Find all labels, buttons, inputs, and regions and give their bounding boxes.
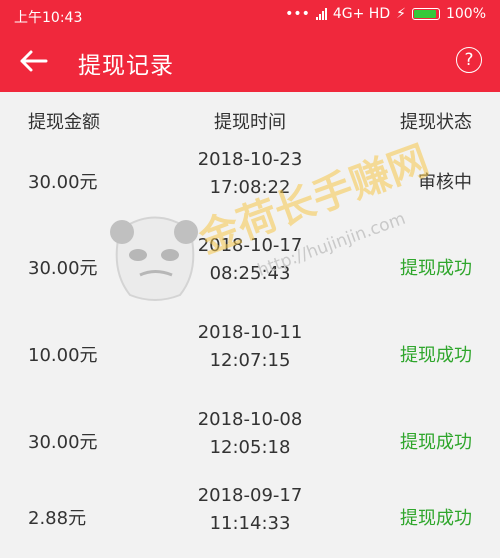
battery-fill bbox=[413, 10, 436, 18]
arrow-left-icon bbox=[20, 50, 48, 72]
row-status: 提现成功 bbox=[400, 508, 472, 529]
signal-icon bbox=[315, 8, 327, 20]
row-datetime: 2018-10-23 17:08:22 bbox=[150, 146, 350, 202]
table-row: 30.00元 2018-10-17 08:25:43 提现成功 bbox=[0, 222, 500, 308]
row-date: 2018-10-17 bbox=[197, 235, 303, 256]
page-title: 提现记录 bbox=[78, 53, 174, 79]
row-datetime: 2018-09-17 11:14:33 bbox=[150, 482, 350, 538]
back-button[interactable] bbox=[16, 44, 52, 78]
battery-percent: 100% bbox=[445, 6, 486, 22]
row-amount: 30.00元 bbox=[28, 172, 98, 193]
more-dots-icon: ••• bbox=[285, 6, 310, 22]
row-status: 提现成功 bbox=[400, 345, 472, 366]
table-row: 30.00元 2018-10-08 12:05:18 提现成功 bbox=[0, 396, 500, 482]
help-button[interactable]: ? bbox=[456, 47, 482, 73]
row-date: 2018-09-17 bbox=[197, 485, 303, 506]
charging-icon: ⚡ bbox=[396, 6, 406, 22]
table-row: 30.00元 2018-10-23 17:08:22 审核中 bbox=[0, 136, 500, 222]
row-date: 2018-10-08 bbox=[197, 409, 303, 430]
header-status: 提现状态 bbox=[400, 112, 472, 133]
row-datetime: 2018-10-08 12:05:18 bbox=[150, 406, 350, 462]
row-amount: 2.88元 bbox=[28, 508, 87, 529]
network-label: 4G+ HD bbox=[332, 6, 391, 22]
battery-icon bbox=[411, 8, 440, 20]
row-status: 提现成功 bbox=[400, 432, 472, 453]
help-icon: ? bbox=[464, 50, 474, 70]
row-amount: 30.00元 bbox=[28, 258, 98, 279]
row-datetime: 2018-10-17 08:25:43 bbox=[150, 232, 350, 288]
header-time: 提现时间 bbox=[214, 112, 286, 133]
status-icons: ••• 4G+ HD ⚡ 100% bbox=[285, 6, 486, 22]
app-bar: 提现记录 ? bbox=[0, 30, 500, 92]
row-amount: 30.00元 bbox=[28, 432, 98, 453]
row-time: 11:14:33 bbox=[209, 513, 291, 534]
row-amount: 10.00元 bbox=[28, 345, 98, 366]
row-time: 08:25:43 bbox=[209, 263, 291, 284]
row-datetime: 2018-10-11 12:07:15 bbox=[150, 319, 350, 375]
status-time: 上午10:43 bbox=[14, 10, 83, 26]
row-time: 12:07:15 bbox=[209, 350, 291, 371]
header-amount: 提现金额 bbox=[28, 112, 100, 133]
table-row: 2.88元 2018-09-17 11:14:33 提现成功 bbox=[0, 472, 500, 558]
table-row: 10.00元 2018-10-11 12:07:15 提现成功 bbox=[0, 309, 500, 395]
row-date: 2018-10-11 bbox=[197, 322, 303, 343]
row-status: 审核中 bbox=[418, 172, 472, 193]
status-bar: 上午10:43 ••• 4G+ HD ⚡ 100% bbox=[0, 0, 500, 30]
row-status: 提现成功 bbox=[400, 258, 472, 279]
row-time: 17:08:22 bbox=[209, 177, 291, 198]
row-time: 12:05:18 bbox=[209, 437, 291, 458]
row-date: 2018-10-23 bbox=[197, 149, 303, 170]
